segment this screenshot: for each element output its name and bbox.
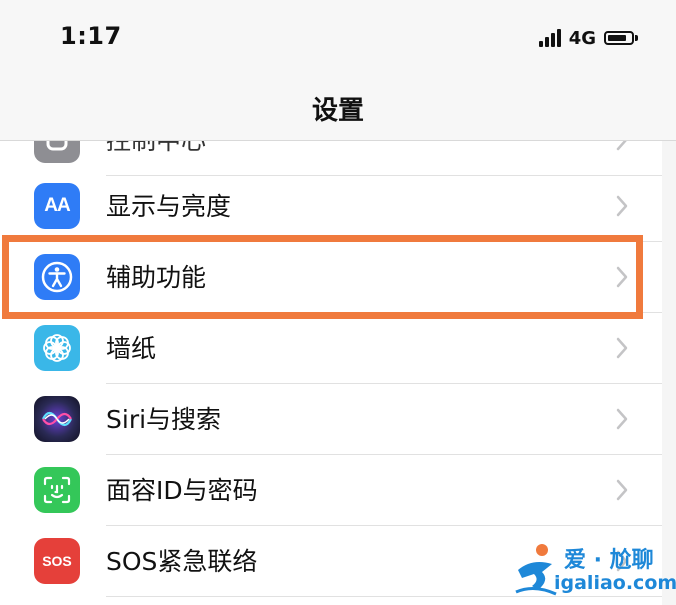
settings-row-label: 面容ID与密码 bbox=[106, 476, 258, 505]
accessibility-icon bbox=[34, 254, 80, 300]
chevron-right-icon bbox=[616, 195, 628, 217]
settings-row-label: 辅助功能 bbox=[106, 263, 207, 292]
page-title: 设置 bbox=[311, 96, 364, 126]
siri-icon bbox=[34, 396, 80, 442]
cellular-signal-icon bbox=[538, 29, 561, 47]
settings-row-accessibility[interactable]: 辅助功能 bbox=[0, 242, 662, 313]
settings-list[interactable]: 控制中心 AA 显示与亮度 辅助功能 bbox=[0, 141, 662, 605]
chevron-right-icon bbox=[616, 266, 628, 288]
navigation-bar: 设置 bbox=[0, 80, 676, 141]
watermark-brand: 爱 · 尬聊 bbox=[564, 548, 654, 573]
battery-icon bbox=[604, 31, 638, 45]
display-brightness-icon: AA bbox=[34, 183, 80, 229]
watermark: 爱 · 尬聊 igaliao.com bbox=[512, 540, 676, 600]
settings-row-label: Siri与搜索 bbox=[106, 405, 222, 434]
network-type: 4G bbox=[568, 27, 596, 49]
settings-row-label: SOS紧急联络 bbox=[106, 547, 258, 576]
settings-row-label: 墙纸 bbox=[106, 334, 157, 363]
status-bar: 1:17 4G bbox=[0, 0, 676, 80]
sos-icon: SOS bbox=[34, 538, 80, 584]
settings-row-display-brightness[interactable]: AA 显示与亮度 bbox=[0, 171, 662, 242]
watermark-url: igaliao.com bbox=[554, 572, 676, 594]
watermark-logo-icon bbox=[515, 544, 557, 596]
status-indicators: 4G bbox=[538, 26, 638, 50]
settings-row-wallpaper[interactable]: 墙纸 bbox=[0, 313, 662, 384]
status-time: 1:17 bbox=[60, 22, 122, 50]
chevron-right-icon bbox=[616, 408, 628, 430]
chevron-right-icon bbox=[616, 479, 628, 501]
control-center-icon bbox=[34, 141, 80, 163]
settings-row-label: 显示与亮度 bbox=[106, 192, 232, 221]
face-id-icon bbox=[34, 467, 80, 513]
chevron-right-icon bbox=[616, 141, 627, 151]
wallpaper-flower-icon bbox=[34, 325, 80, 371]
settings-row-siri-search[interactable]: Siri与搜索 bbox=[0, 384, 662, 455]
chevron-right-icon bbox=[616, 337, 628, 359]
settings-row-face-id[interactable]: 面容ID与密码 bbox=[0, 455, 662, 526]
